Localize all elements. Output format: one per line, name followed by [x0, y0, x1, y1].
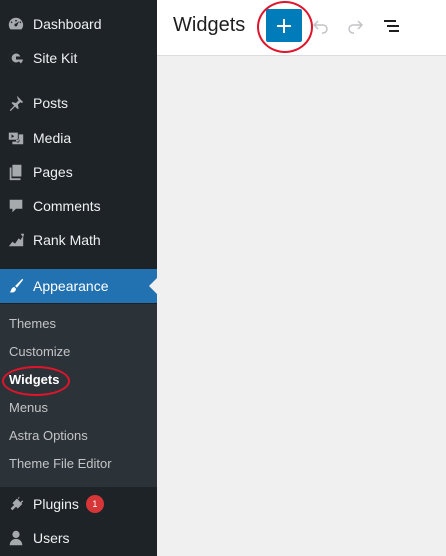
update-count-badge: 1 [85, 495, 104, 513]
submenu-item-astra-options[interactable]: Astra Options [9, 426, 88, 446]
submenu-item-themes[interactable]: Themes [9, 314, 56, 334]
submenu-item-menus[interactable]: Menus [9, 398, 48, 418]
submenu-item-widgets[interactable]: Widgets [9, 370, 59, 390]
sidebar-item-label: Site Kit [33, 50, 78, 66]
sidebar-item-plugins[interactable]: Plugins 1 [0, 487, 157, 521]
undo-icon [312, 20, 328, 34]
submenu-item-customize[interactable]: Customize [9, 342, 70, 362]
sidebar-item-media[interactable]: Media [0, 121, 157, 155]
rank-math-icon [6, 230, 26, 250]
sidebar-item-posts[interactable]: Posts [0, 86, 157, 120]
sidebar-item-users[interactable]: Users [0, 521, 157, 555]
dashboard-icon [6, 14, 26, 34]
sidebar-item-label: Comments [33, 198, 101, 214]
admin-sidebar: Dashboard Site Kit Posts Media Pages Com… [0, 0, 157, 556]
pushpin-icon [6, 93, 26, 113]
sidebar-item-label: Pages [33, 164, 73, 180]
sidebar-item-label: Users [33, 530, 70, 546]
comment-icon [6, 196, 26, 216]
submenu-item-theme-file-editor[interactable]: Theme File Editor [9, 454, 112, 474]
plugin-icon [6, 494, 26, 514]
media-icon [6, 128, 26, 148]
editor-header: Widgets [157, 0, 446, 56]
pages-icon [6, 162, 26, 182]
redo-button[interactable] [343, 14, 367, 38]
list-view-button[interactable] [380, 14, 404, 38]
sidebar-item-label: Plugins [33, 496, 79, 512]
sidebar-item-label: Appearance [33, 278, 109, 294]
widgets-canvas [157, 56, 446, 556]
plus-icon [277, 18, 291, 33]
sidebar-item-label: Dashboard [33, 16, 102, 32]
sidebar-item-pages[interactable]: Pages [0, 155, 157, 189]
page-title: Widgets [173, 14, 246, 36]
sidebar-item-appearance[interactable]: Appearance [0, 269, 157, 303]
sidebar-item-label: Media [33, 130, 72, 146]
sidebar-item-dashboard[interactable]: Dashboard [0, 7, 157, 41]
sidebar-item-label: Rank Math [33, 232, 101, 248]
paintbrush-icon [6, 276, 26, 296]
appearance-submenu: Themes Customize Widgets Menus Astra Opt… [0, 304, 157, 487]
add-block-button[interactable] [266, 9, 302, 42]
site-kit-icon [6, 48, 26, 68]
sidebar-item-rank-math[interactable]: Rank Math [0, 223, 157, 257]
sidebar-item-label: Posts [33, 95, 69, 111]
list-view-icon [384, 20, 399, 32]
redo-icon [348, 20, 364, 34]
undo-button[interactable] [309, 14, 333, 38]
sidebar-item-comments[interactable]: Comments [0, 189, 157, 223]
users-icon [6, 528, 26, 548]
sidebar-item-site-kit[interactable]: Site Kit [0, 41, 157, 75]
current-menu-arrow [149, 278, 157, 294]
